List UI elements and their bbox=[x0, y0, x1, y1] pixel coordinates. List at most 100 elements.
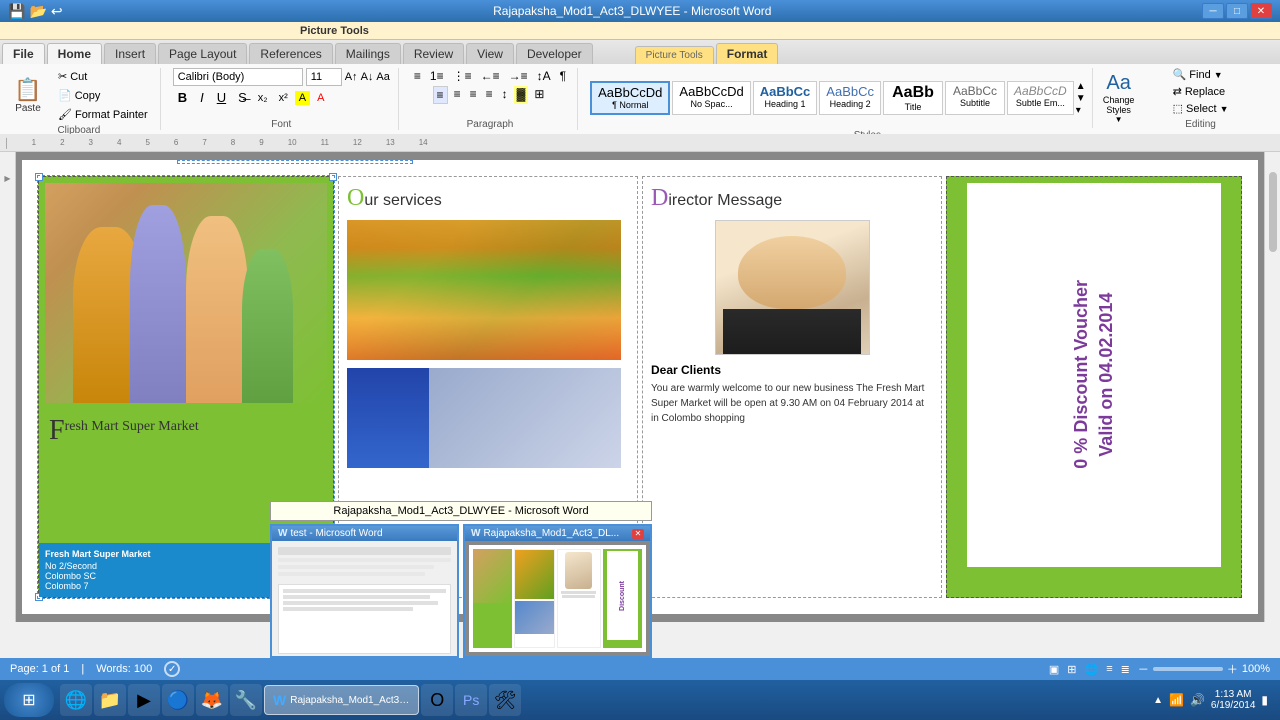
copy-button[interactable]: 📄 Copy bbox=[54, 87, 152, 104]
show-desktop-btn[interactable]: ▮ bbox=[1261, 693, 1268, 707]
align-right-button[interactable]: ≡ bbox=[467, 86, 480, 104]
taskbar-icon-ff[interactable]: 🦊 bbox=[196, 684, 228, 716]
paste-button[interactable]: 📋 Paste bbox=[6, 71, 50, 121]
popup-win2-title: Rajapaksha_Mod1_Act3_DL... bbox=[483, 528, 619, 539]
taskbar: ⊞ 🌐 📁 ▶ 🔵 🦊 🔧 W Rajapaksha_Mod1_Act3_DLW… bbox=[0, 680, 1280, 720]
show-marks-button[interactable]: ¶ bbox=[557, 68, 569, 84]
close-btn[interactable]: ✕ bbox=[1250, 3, 1272, 19]
bold-button[interactable]: B bbox=[173, 88, 192, 107]
popup-win2[interactable]: W Rajapaksha_Mod1_Act3_DL... ✕ bbox=[463, 524, 652, 658]
indent-increase-button[interactable]: →≡ bbox=[506, 68, 531, 84]
sort-button[interactable]: ↕A bbox=[534, 68, 554, 84]
style-title[interactable]: AaBb Title bbox=[883, 81, 943, 115]
taskbar-word-btn[interactable]: W Rajapaksha_Mod1_Act3_DLWYEE - Microsof… bbox=[264, 685, 419, 715]
popup-win2-close[interactable]: ✕ bbox=[632, 529, 644, 539]
strikethrough-button[interactable]: S̶ bbox=[234, 89, 251, 106]
format-painter-icon: 🖌 bbox=[58, 108, 72, 121]
justify-button[interactable]: ≡ bbox=[483, 86, 496, 104]
underline-button[interactable]: U bbox=[212, 88, 231, 107]
cut-button[interactable]: ✂ Cut bbox=[54, 68, 152, 85]
multilevel-button[interactable]: ⋮≡ bbox=[450, 68, 475, 84]
selection-top-left bbox=[177, 160, 413, 164]
view-fullscreen-btn[interactable]: ⊞ bbox=[1067, 663, 1076, 676]
view-web-btn[interactable]: 🌐 bbox=[1085, 663, 1099, 676]
scrollbar-thumb[interactable] bbox=[1269, 172, 1277, 252]
change-styles-button[interactable]: Aa Change Styles ▼ bbox=[1092, 68, 1145, 128]
style-heading1-preview: AaBbCc bbox=[760, 84, 811, 99]
tab-mailings[interactable]: Mailings bbox=[335, 43, 401, 64]
start-button[interactable]: ⊞ bbox=[4, 683, 54, 717]
view-draft-btn[interactable]: ≣ bbox=[1121, 663, 1130, 676]
clear-format-button[interactable]: Aa bbox=[376, 71, 389, 83]
highlight-button[interactable]: A bbox=[295, 91, 310, 105]
borders-button[interactable]: ⊞ bbox=[531, 86, 547, 104]
tab-page-layout[interactable]: Page Layout bbox=[158, 43, 247, 64]
line-spacing-button[interactable]: ↕ bbox=[499, 86, 511, 104]
style-subtitle[interactable]: AaBbCc Subtitle bbox=[945, 81, 1005, 115]
font-color-button[interactable]: A bbox=[313, 91, 328, 105]
subscript-button[interactable]: x₂ bbox=[254, 91, 272, 105]
tab-file[interactable]: File bbox=[2, 43, 45, 64]
zoom-in-btn[interactable]: ＋ bbox=[1227, 661, 1238, 677]
indent-decrease-button[interactable]: ←≡ bbox=[478, 68, 503, 84]
taskbar-icon-folder[interactable]: 📁 bbox=[94, 684, 126, 716]
taskbar-icon-ps[interactable]: Ps bbox=[455, 684, 487, 716]
tray-network-icon[interactable]: 📶 bbox=[1169, 693, 1184, 707]
change-styles-dropdown: ▼ bbox=[1115, 115, 1123, 124]
grow-font-button[interactable]: A↑ bbox=[345, 71, 358, 83]
taskbar-icon-chrome[interactable]: 🔵 bbox=[162, 684, 194, 716]
tab-references[interactable]: References bbox=[249, 43, 332, 64]
tray-volume-icon[interactable]: 🔊 bbox=[1190, 693, 1205, 707]
font-style-row: B I U S̶ x₂ x² A A bbox=[173, 88, 390, 107]
proofing-icon[interactable]: ✓ bbox=[164, 661, 180, 677]
view-print-btn[interactable]: ▣ bbox=[1049, 663, 1059, 676]
taskbar-icon-media[interactable]: ▶ bbox=[128, 684, 160, 716]
taskbar-icon-unknown[interactable]: 🔧 bbox=[230, 684, 262, 716]
style-subtle-em-label: Subtle Em... bbox=[1014, 98, 1067, 108]
align-left-button[interactable]: ≡ bbox=[433, 86, 448, 104]
styles-scroll[interactable]: ▲ ▼ ▾ bbox=[1076, 81, 1086, 116]
style-subtle-em[interactable]: AaBbCcD Subtle Em... bbox=[1007, 81, 1074, 115]
clock[interactable]: 1:13 AM 6/19/2014 bbox=[1211, 689, 1256, 711]
taskbar-icon-misc[interactable]: 🛠 bbox=[489, 684, 521, 716]
italic-button[interactable]: I bbox=[195, 88, 209, 107]
format-painter-button[interactable]: 🖌 Format Painter bbox=[54, 106, 152, 123]
maximize-btn[interactable]: □ bbox=[1226, 3, 1248, 19]
replace-icon: ⇄ bbox=[1173, 85, 1182, 98]
thumb-line bbox=[278, 565, 434, 569]
select-button[interactable]: ⬚ Select▼ bbox=[1173, 102, 1229, 115]
style-heading2[interactable]: AaBbCc Heading 2 bbox=[819, 81, 881, 115]
tab-review[interactable]: Review bbox=[403, 43, 464, 64]
para-row2: ≡ ≡ ≡ ≡ ↕ ▓ ⊞ bbox=[433, 86, 548, 104]
numbering-button[interactable]: 1≡ bbox=[427, 68, 447, 84]
minimize-btn[interactable]: ─ bbox=[1202, 3, 1224, 19]
align-center-button[interactable]: ≡ bbox=[451, 86, 464, 104]
tab-home[interactable]: Home bbox=[47, 43, 102, 64]
replace-button[interactable]: ⇄ Replace bbox=[1173, 85, 1229, 98]
taskbar-icon-opera[interactable]: O bbox=[421, 684, 453, 716]
font-size-input[interactable] bbox=[306, 68, 342, 86]
shrink-font-button[interactable]: A↓ bbox=[361, 71, 374, 83]
panel2-image1 bbox=[347, 220, 621, 360]
tab-format[interactable]: Format bbox=[716, 43, 779, 64]
popup-win1[interactable]: W test - Microsoft Word bbox=[270, 524, 459, 658]
tray-show-btn[interactable]: ▲ bbox=[1153, 695, 1163, 706]
find-button[interactable]: 🔍 Find▼ bbox=[1173, 68, 1229, 81]
tab-insert[interactable]: Insert bbox=[104, 43, 156, 64]
zoom-slider[interactable] bbox=[1153, 667, 1223, 671]
bullets-button[interactable]: ≡ bbox=[411, 68, 424, 84]
zoom-out-btn[interactable]: － bbox=[1138, 661, 1149, 677]
opera-icon: O bbox=[430, 690, 444, 711]
style-no-spacing[interactable]: AaBbCcDd No Spac... bbox=[672, 81, 750, 115]
tab-developer[interactable]: Developer bbox=[516, 43, 593, 64]
superscript-button[interactable]: x² bbox=[275, 91, 292, 105]
taskbar-icon-ie[interactable]: 🌐 bbox=[60, 684, 92, 716]
panel4: 0 % Discount Voucher Valid on 04.02.2014 bbox=[946, 176, 1242, 598]
view-outline-btn[interactable]: ≡ bbox=[1106, 663, 1112, 675]
shading-button[interactable]: ▓ bbox=[514, 86, 529, 104]
style-heading1-label: Heading 1 bbox=[760, 99, 811, 109]
font-name-input[interactable] bbox=[173, 68, 303, 86]
tab-view[interactable]: View bbox=[466, 43, 514, 64]
style-normal[interactable]: AaBbCcDd ¶ Normal bbox=[590, 81, 670, 115]
style-heading1[interactable]: AaBbCc Heading 1 bbox=[753, 81, 818, 115]
